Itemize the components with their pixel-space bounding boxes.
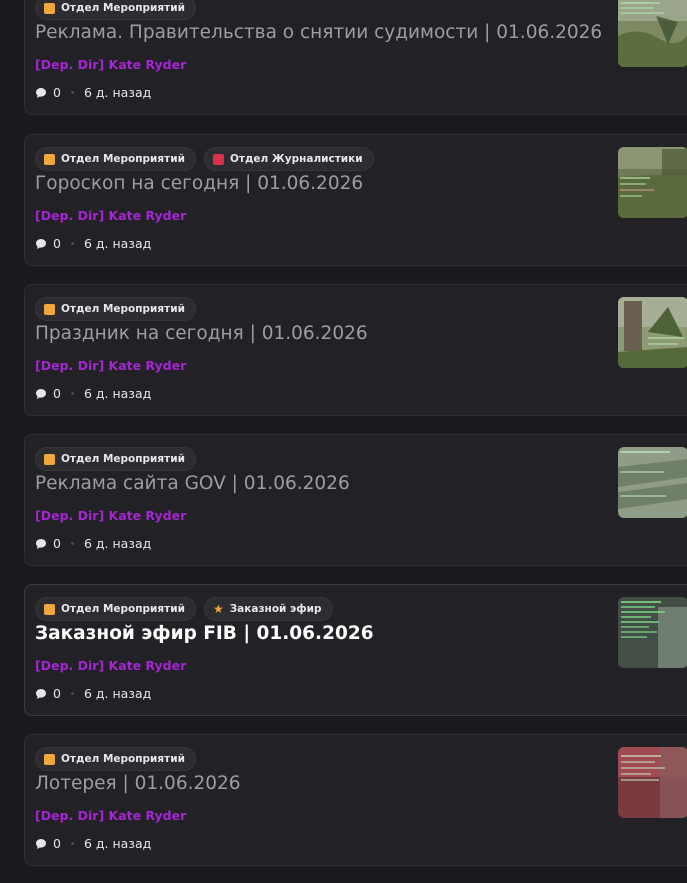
thread-card[interactable]: Отдел Мероприятий Реклама. Правительства…	[24, 0, 687, 115]
comment-icon	[35, 838, 47, 850]
orange-square-icon	[44, 2, 55, 14]
comment-icon	[35, 87, 47, 99]
thread-title[interactable]: Реклама сайта GOV | 01.06.2026	[35, 473, 350, 494]
tag-journalism[interactable]: Отдел Журналистики	[203, 147, 374, 171]
comment-count: 0	[53, 686, 61, 701]
post-time: 6 д. назад	[83, 236, 152, 251]
thread-card[interactable]: Отдел Мероприятий Отдел Журналистики Гор…	[24, 134, 687, 266]
thread-meta: 0 6 д. назад	[35, 836, 151, 851]
orange-square-icon	[44, 753, 55, 765]
comment-icon	[35, 388, 47, 400]
tag-ordered-broadcast[interactable]: ★ Заказной эфир	[203, 597, 333, 621]
thread-card[interactable]: Отдел Мероприятий Лотерея | 01.06.2026 […	[24, 734, 687, 866]
red-book-icon	[212, 153, 224, 165]
thread-meta: 0 6 д. назад	[35, 85, 151, 100]
thread-meta: 0 6 д. назад	[35, 536, 151, 551]
separator-dot	[70, 692, 74, 695]
post-time: 6 д. назад	[83, 686, 152, 701]
tag-label: Заказной эфир	[229, 603, 322, 615]
comment-icon	[35, 688, 47, 700]
tag-events[interactable]: Отдел Мероприятий	[35, 297, 196, 321]
thread-title[interactable]: Гороскоп на сегодня | 01.06.2026	[35, 173, 363, 194]
tag-list: Отдел Мероприятий ★ Заказной эфир	[35, 597, 333, 621]
post-time: 6 д. назад	[83, 85, 152, 100]
thread-author[interactable]: [Dep. Dir] Kate Ryder	[35, 508, 186, 523]
thread-card[interactable]: Отдел Мероприятий ★ Заказной эфир Заказн…	[24, 584, 687, 716]
thread-meta: 0 6 д. назад	[35, 236, 151, 251]
separator-dot	[70, 392, 74, 395]
comment-count: 0	[53, 236, 61, 251]
orange-square-icon	[44, 303, 55, 315]
comment-count: 0	[53, 85, 61, 100]
tag-label: Отдел Журналистики	[229, 153, 363, 165]
tag-events[interactable]: Отдел Мероприятий	[35, 597, 196, 621]
separator-dot	[70, 542, 74, 545]
separator-dot	[70, 91, 74, 94]
tag-label: Отдел Мероприятий	[61, 603, 185, 615]
thread-author[interactable]: [Dep. Dir] Kate Ryder	[35, 658, 186, 673]
tag-list: Отдел Мероприятий	[35, 747, 196, 771]
thread-author[interactable]: [Dep. Dir] Kate Ryder	[35, 808, 186, 823]
comment-icon	[35, 238, 47, 250]
thread-meta: 0 6 д. назад	[35, 686, 151, 701]
thread-title[interactable]: Заказной эфир FIB | 01.06.2026	[35, 623, 374, 644]
separator-dot	[70, 842, 74, 845]
comment-count: 0	[53, 836, 61, 851]
comment-count: 0	[53, 386, 61, 401]
thread-card[interactable]: Отдел Мероприятий Праздник на сегодня | …	[24, 284, 687, 416]
separator-dot	[70, 242, 74, 245]
tag-label: Отдел Мероприятий	[61, 303, 185, 315]
thread-thumbnail[interactable]	[618, 0, 687, 67]
tag-label: Отдел Мероприятий	[61, 453, 185, 465]
comment-count: 0	[53, 536, 61, 551]
thread-author[interactable]: [Dep. Dir] Kate Ryder	[35, 208, 186, 223]
thread-thumbnail[interactable]	[618, 147, 687, 218]
tag-events[interactable]: Отдел Мероприятий	[35, 0, 196, 20]
tag-label: Отдел Мероприятий	[61, 2, 185, 14]
orange-square-icon	[44, 453, 55, 465]
tag-list: Отдел Мероприятий	[35, 0, 196, 20]
tag-label: Отдел Мероприятий	[61, 153, 185, 165]
thread-meta: 0 6 д. назад	[35, 386, 151, 401]
post-time: 6 д. назад	[83, 836, 152, 851]
thread-thumbnail[interactable]	[618, 297, 687, 368]
thread-thumbnail[interactable]	[618, 447, 687, 518]
thread-thumbnail[interactable]	[618, 597, 687, 668]
thread-title[interactable]: Реклама. Правительства о снятии судимост…	[35, 22, 602, 43]
tag-list: Отдел Мероприятий Отдел Журналистики	[35, 147, 374, 171]
post-time: 6 д. назад	[83, 536, 152, 551]
tag-events[interactable]: Отдел Мероприятий	[35, 447, 196, 471]
tag-list: Отдел Мероприятий	[35, 447, 196, 471]
tag-label: Отдел Мероприятий	[61, 753, 185, 765]
thread-author[interactable]: [Dep. Dir] Kate Ryder	[35, 57, 186, 72]
star-icon: ★	[212, 602, 224, 616]
thread-title[interactable]: Праздник на сегодня | 01.06.2026	[35, 323, 368, 344]
thread-feed: Отдел Мероприятий Реклама. Правительства…	[0, 0, 687, 883]
tag-events[interactable]: Отдел Мероприятий	[35, 147, 196, 171]
comment-icon	[35, 538, 47, 550]
post-time: 6 д. назад	[83, 386, 152, 401]
thread-card[interactable]: Отдел Мероприятий Реклама сайта GOV | 01…	[24, 434, 687, 566]
orange-square-icon	[44, 153, 55, 165]
tag-events[interactable]: Отдел Мероприятий	[35, 747, 196, 771]
thread-author[interactable]: [Dep. Dir] Kate Ryder	[35, 358, 186, 373]
thread-thumbnail[interactable]	[618, 747, 687, 818]
orange-square-icon	[44, 603, 55, 615]
tag-list: Отдел Мероприятий	[35, 297, 196, 321]
thread-title[interactable]: Лотерея | 01.06.2026	[35, 773, 241, 794]
